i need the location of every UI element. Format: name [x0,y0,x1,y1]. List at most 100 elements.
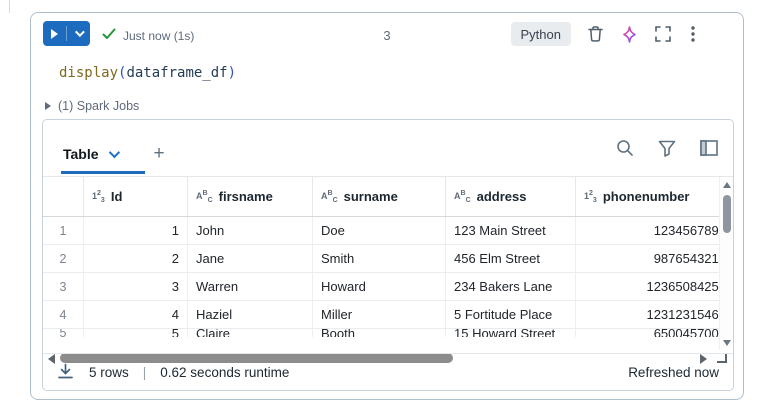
assistant-sparkle-icon[interactable] [619,24,639,44]
cell-toolbar: Just now (1s) 3 Python [31,13,743,57]
code-paren-close: ) [227,65,237,81]
page-edge-divider [9,0,10,13]
scroll-down-arrow-icon[interactable] [723,340,731,346]
results-tabbar: Table + [43,120,733,177]
table-cell[interactable]: Haziel [188,301,313,328]
row-number-cell[interactable]: 2 [43,245,84,272]
table-cell[interactable]: Howard [313,273,446,300]
cell-text: 5 [171,329,179,337]
table-cell[interactable]: Doe [313,217,446,244]
table-cell[interactable]: Booth [313,329,446,337]
table-cell[interactable]: 5 Fortitude Place [446,301,576,328]
table-cell[interactable]: 123 Main Street [446,217,576,244]
table-cell[interactable]: 12365084256 [576,273,719,300]
string-type-icon: ABC [454,189,471,204]
row-count: 5 rows [89,364,129,380]
tab-chevron-down-icon[interactable] [108,146,120,159]
table-row[interactable]: 3 3 Warren Howard 234 Bakers Lane 12365084256 [43,273,719,301]
spark-jobs-label: (1) Spark Jobs [58,99,140,113]
row-number-cell[interactable]: 3 [43,273,84,300]
column-header-surname[interactable]: ABC surname [313,177,446,216]
column-label: phonenumber [602,189,690,204]
cell-text: 1 [59,223,67,238]
cell-text: 3 [59,279,67,294]
vertical-scrollbar[interactable] [719,177,733,350]
expander-triangle-icon [45,102,51,110]
table-cell[interactable]: 1 [84,217,188,244]
column-label: Id [110,189,123,204]
table-cell[interactable]: 4 [84,301,188,328]
cell-text: 1234567890 [653,223,719,238]
table-cell[interactable]: Jane [188,245,313,272]
code-function: display [59,65,119,81]
table-cell[interactable]: 1234567890 [576,217,719,244]
columns-panel-icon[interactable] [699,138,719,158]
cell-text: 4 [59,307,67,322]
cell-text: 1 [171,223,179,238]
results-panel: Table + 123 Id ABC firsname ABC surname … [42,119,734,391]
cell-text: Claire [196,329,230,337]
vertical-scroll-thumb[interactable] [723,195,731,233]
delete-cell-icon[interactable] [585,24,605,44]
row-number-cell[interactable]: 1 [43,217,84,244]
table-row[interactable]: 1 1 John Doe 123 Main Street 1234567890 [43,217,719,245]
cell-text: 456 Elm Street [454,251,540,266]
column-header-address[interactable]: ABC address [446,177,576,216]
row-number-cell[interactable]: 5 [43,329,84,337]
code-argument: dataframe_df [126,65,228,81]
table-cell[interactable]: Miller [313,301,446,328]
table-cell[interactable]: 234 Bakers Lane [446,273,576,300]
fullscreen-icon[interactable] [653,24,673,44]
table-row[interactable]: 4 4 Haziel Miller 5 Fortitude Place 123123154… [43,301,719,329]
row-number-cell[interactable]: 4 [43,301,84,328]
cell-text: 2 [171,251,179,266]
active-tab-indicator [61,171,145,174]
code-line[interactable]: display(dataframe_df) [59,65,236,81]
cell-menu-kebab-icon[interactable] [683,24,703,44]
cell-text: 3 [171,279,179,294]
column-header-firsname[interactable]: ABC firsname [188,177,313,216]
row-number-header[interactable] [43,177,84,216]
filter-icon[interactable] [657,138,677,158]
cell-text: John [196,223,225,238]
cell-text: Haziel [196,307,233,322]
table-cell[interactable]: Claire [188,329,313,337]
runtime-text: 0.62 seconds runtime [160,364,290,380]
cell-text: Miller [321,307,353,322]
cell-text: 5 Fortitude Place [454,307,553,322]
table-row[interactable]: 5 5 Claire Booth 15 Howard Street 6500457000 [43,329,719,337]
column-label: firsname [218,189,273,204]
cell-text: Smith [321,251,355,266]
table-cell[interactable]: Warren [188,273,313,300]
scroll-up-arrow-icon[interactable] [723,182,731,188]
table-header-row: 123 Id ABC firsname ABC surname ABC addr… [43,177,719,217]
language-selector[interactable]: Python [510,22,571,46]
table-cell[interactable]: 456 Elm Street [446,245,576,272]
numeric-type-icon: 123 [92,189,105,204]
search-icon[interactable] [615,138,635,158]
table-row[interactable]: 2 2 Jane Smith 456 Elm Street 9876543210 [43,245,719,273]
table-cell[interactable]: 12312315465 [576,301,719,328]
table-cell[interactable]: Smith [313,245,446,272]
tab-table[interactable]: Table [55,134,145,174]
cell-text: Howard [321,279,366,294]
table-cell[interactable]: 9876543210 [576,245,719,272]
table-cell[interactable]: 5 [84,329,188,337]
cell-text: 4 [171,307,179,322]
column-header-phonenumber[interactable]: 123 phonenumber [576,177,719,216]
column-header-id[interactable]: 123 Id [84,177,188,216]
download-icon[interactable] [57,363,75,381]
table-cell[interactable]: 2 [84,245,188,272]
cell-text: 2 [59,251,67,266]
cell-text: 15 Howard Street [454,329,556,337]
table-cell[interactable]: 6500457000 [576,329,719,337]
results-footer: 5 rows | 0.62 seconds runtime Refreshed … [43,353,733,390]
notebook-cell: Just now (1s) 3 Python display(dataframe… [30,12,744,400]
add-visualization-button[interactable]: + [147,142,171,166]
table-cell[interactable]: 15 Howard Street [446,329,576,337]
table-cell[interactable]: 3 [84,273,188,300]
spark-jobs-expander[interactable]: (1) Spark Jobs [45,99,139,113]
string-type-icon: ABC [321,189,338,204]
cell-text: 12365084256 [646,279,719,294]
table-cell[interactable]: John [188,217,313,244]
